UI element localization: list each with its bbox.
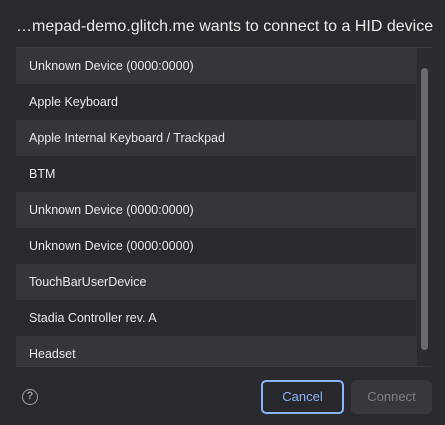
device-list[interactable]: Unknown Device (0000:0000) Apple Keyboard… — [16, 47, 432, 367]
dialog-title: …mepad-demo.glitch.me wants to connect t… — [16, 18, 434, 35]
hid-chooser-dialog: …mepad-demo.glitch.me wants to connect t… — [0, 0, 445, 425]
device-list-item[interactable]: Stadia Controller rev. A — [16, 300, 416, 336]
cancel-button[interactable]: Cancel — [261, 380, 344, 414]
scrollbar-thumb[interactable] — [421, 68, 428, 350]
device-list-item[interactable]: Apple Keyboard — [16, 84, 416, 120]
device-list-item[interactable]: Unknown Device (0000:0000) — [16, 192, 416, 228]
help-icon[interactable]: ? — [22, 389, 38, 405]
device-list-item[interactable]: BTM — [16, 156, 416, 192]
device-list-item[interactable]: Headset — [16, 336, 416, 366]
device-list-item[interactable]: Unknown Device (0000:0000) — [16, 228, 416, 264]
device-list-scrollbar[interactable] — [416, 48, 432, 366]
device-list-items: Unknown Device (0000:0000) Apple Keyboard… — [16, 48, 416, 366]
device-list-item[interactable]: Unknown Device (0000:0000) — [16, 48, 416, 84]
device-list-item[interactable]: Apple Internal Keyboard / Trackpad — [16, 120, 416, 156]
device-list-item[interactable]: TouchBarUserDevice — [16, 264, 416, 300]
connect-button[interactable]: Connect — [351, 380, 432, 414]
